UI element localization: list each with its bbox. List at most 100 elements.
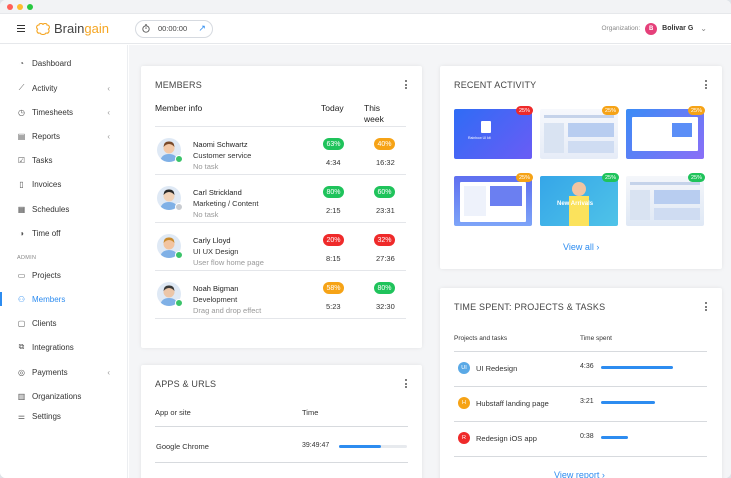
menu-icon[interactable] bbox=[17, 25, 25, 32]
organization-switcher[interactable]: Organization: B Bolivar G ⌄ bbox=[602, 22, 707, 35]
view-all-label: View all bbox=[563, 242, 594, 252]
chevron-left-icon: ‹ bbox=[107, 107, 110, 117]
sidebar-item-label: Payments bbox=[32, 367, 68, 377]
folder-icon: ▭ bbox=[17, 270, 26, 280]
activity-screenshot-thumbnail[interactable] bbox=[540, 109, 618, 159]
project-time: 3:21 bbox=[580, 398, 594, 405]
project-row[interactable]: R Redesign iOS app 0:38 bbox=[454, 421, 707, 456]
thumbnail-caption: Rainbow UI kit bbox=[468, 136, 491, 140]
close-window-button[interactable] bbox=[7, 3, 13, 10]
project-time: 4:36 bbox=[580, 363, 594, 370]
sidebar-item-label: Members bbox=[32, 294, 66, 304]
timer-value: 00:00:00 bbox=[157, 24, 188, 33]
sidebar-item-invoices[interactable]: ▯ Invoices bbox=[0, 175, 127, 193]
arrow-up-right-icon[interactable]: ↗ bbox=[198, 23, 206, 34]
activity-screenshot-thumbnail[interactable] bbox=[626, 109, 704, 159]
week-time: 16:32 bbox=[376, 158, 395, 167]
members-card: MEMBERS Member info Today This week Naom… bbox=[141, 66, 422, 348]
maximize-window-button[interactable] bbox=[27, 3, 33, 10]
activity-screenshot-thumbnail[interactable] bbox=[626, 176, 704, 226]
app-or-site-header: App or site bbox=[155, 408, 191, 417]
sidebar-item-label: Time off bbox=[32, 228, 61, 238]
member-task: No task bbox=[193, 162, 219, 171]
sidebar-item-time-off[interactable]: ◑ Time off bbox=[0, 224, 127, 242]
sidebar-item-label: Integrations bbox=[32, 342, 74, 352]
sidebar-item-projects[interactable]: ▭ Projects bbox=[0, 266, 127, 284]
reports-icon: ▤ bbox=[17, 131, 26, 141]
sidebar-item-integrations[interactable]: ⧉ Integrations bbox=[0, 338, 127, 356]
activity-icon: ⟋ bbox=[18, 83, 25, 92]
sidebar-item-members[interactable]: ⚇ Members bbox=[0, 290, 127, 308]
sidebar-item-payments[interactable]: ◎ Payments ‹ bbox=[0, 363, 127, 381]
member-row[interactable]: Carly Lloyd UI UX Design User flow home pa… bbox=[155, 222, 406, 270]
project-name: UI Redesign bbox=[476, 364, 518, 373]
project-row[interactable]: UI UI Redesign 4:36 bbox=[454, 351, 707, 386]
time-spent-more-icon[interactable] bbox=[705, 302, 708, 311]
activity-percent-badge: 25% bbox=[688, 173, 705, 182]
sidebar-item-organizations[interactable]: ▥ Organizations bbox=[0, 387, 127, 405]
sidebar: ADMIN ◔ Dashboard ⟋ Activity ‹ ◷ Timesheets ‹ ▤ R… bbox=[0, 45, 128, 478]
activity-percent-badge: 25% bbox=[688, 106, 705, 115]
sidebar-item-settings[interactable]: ⚌ Settings bbox=[0, 407, 127, 425]
app-window: Brain gain 00:00:00 ↗ Organization: B Bol… bbox=[0, 0, 731, 478]
project-progress-bar bbox=[601, 401, 655, 404]
sidebar-item-label: Tasks bbox=[32, 155, 53, 165]
project-progress-bar bbox=[601, 366, 673, 369]
calendar-icon: ▦ bbox=[17, 204, 26, 214]
view-all-link[interactable]: View all › bbox=[563, 242, 599, 252]
week-time: 27:36 bbox=[376, 254, 395, 263]
project-badge-icon: H bbox=[458, 397, 470, 409]
sidebar-item-schedules[interactable]: ▦ Schedules bbox=[0, 200, 127, 218]
members-more-icon[interactable] bbox=[405, 80, 408, 89]
view-report-link[interactable]: View report › bbox=[554, 470, 605, 478]
activity-screenshot-thumbnail[interactable]: New Arrivals bbox=[540, 176, 618, 226]
apps-urls-title: APPS & URLS bbox=[155, 379, 217, 389]
chevron-right-icon: › bbox=[596, 242, 600, 252]
sidebar-item-reports[interactable]: ▤ Reports ‹ bbox=[0, 127, 127, 145]
sidebar-item-label: Timesheets bbox=[32, 107, 74, 117]
top-bar: Brain gain 00:00:00 ↗ Organization: B Bol… bbox=[0, 14, 731, 44]
week-activity-badge: 32% bbox=[374, 234, 395, 246]
member-task: No task bbox=[193, 210, 219, 219]
member-row[interactable]: Noah Bigman Development Drag and drop effe… bbox=[155, 270, 406, 318]
member-role: Customer service bbox=[193, 151, 252, 160]
app-time: 39:49:47 bbox=[302, 442, 330, 449]
timer-widget[interactable]: 00:00:00 ↗ bbox=[134, 19, 213, 38]
brand-name-part1: Brain bbox=[54, 21, 85, 36]
recent-activity-title: RECENT ACTIVITY bbox=[454, 80, 537, 90]
chevron-left-icon: ‹ bbox=[107, 367, 110, 377]
clients-icon: ▢ bbox=[17, 318, 26, 328]
sidebar-item-label: Settings bbox=[32, 411, 61, 421]
online-status-dot bbox=[175, 203, 183, 211]
app-progress-bar bbox=[339, 445, 382, 448]
sidebar-item-label: Clients bbox=[32, 318, 57, 328]
brand-name-part2: gain bbox=[84, 21, 109, 36]
sidebar-item-activity[interactable]: ⟋ Activity ‹ bbox=[0, 79, 127, 97]
week-activity-badge: 40% bbox=[374, 138, 395, 150]
member-row[interactable]: Naomi Schwartz Customer service No task 63%… bbox=[155, 126, 406, 174]
app-time-header: Time bbox=[302, 408, 319, 417]
activity-screenshot-thumbnail[interactable]: Rainbow UI kit bbox=[454, 109, 532, 159]
member-name: Naomi Schwartz bbox=[193, 140, 248, 149]
project-badge-icon: R bbox=[458, 432, 470, 444]
settings-icon: ⚌ bbox=[17, 411, 26, 421]
today-activity-badge: 20% bbox=[323, 234, 344, 246]
apps-urls-card: APPS & URLS App or site Time Google Chro… bbox=[141, 365, 422, 478]
minimize-window-button[interactable] bbox=[17, 3, 23, 10]
recent-activity-more-icon[interactable] bbox=[705, 80, 708, 89]
apps-more-icon[interactable] bbox=[405, 379, 408, 388]
members-icon: ⚇ bbox=[17, 294, 26, 304]
sidebar-item-clients[interactable]: ▢ Clients bbox=[0, 314, 127, 332]
sidebar-item-dashboard[interactable]: ◔ Dashboard bbox=[0, 54, 127, 72]
today-header: Today bbox=[321, 103, 344, 113]
sidebar-item-tasks[interactable]: ☑ Tasks bbox=[0, 151, 127, 169]
member-row[interactable]: Carl Strickland Marketing / Content No tas… bbox=[155, 174, 406, 222]
payments-icon: ◎ bbox=[18, 367, 25, 377]
activity-screenshot-thumbnail[interactable] bbox=[454, 176, 532, 226]
online-status-dot bbox=[175, 299, 183, 307]
sidebar-item-timesheets[interactable]: ◷ Timesheets ‹ bbox=[0, 103, 127, 121]
project-row[interactable]: H Hubstaff landing page 3:21 bbox=[454, 386, 707, 421]
app-name: Google Chrome bbox=[156, 442, 209, 451]
member-info-header: Member info bbox=[155, 103, 203, 113]
brand-logo[interactable]: Brain gain bbox=[35, 21, 109, 36]
